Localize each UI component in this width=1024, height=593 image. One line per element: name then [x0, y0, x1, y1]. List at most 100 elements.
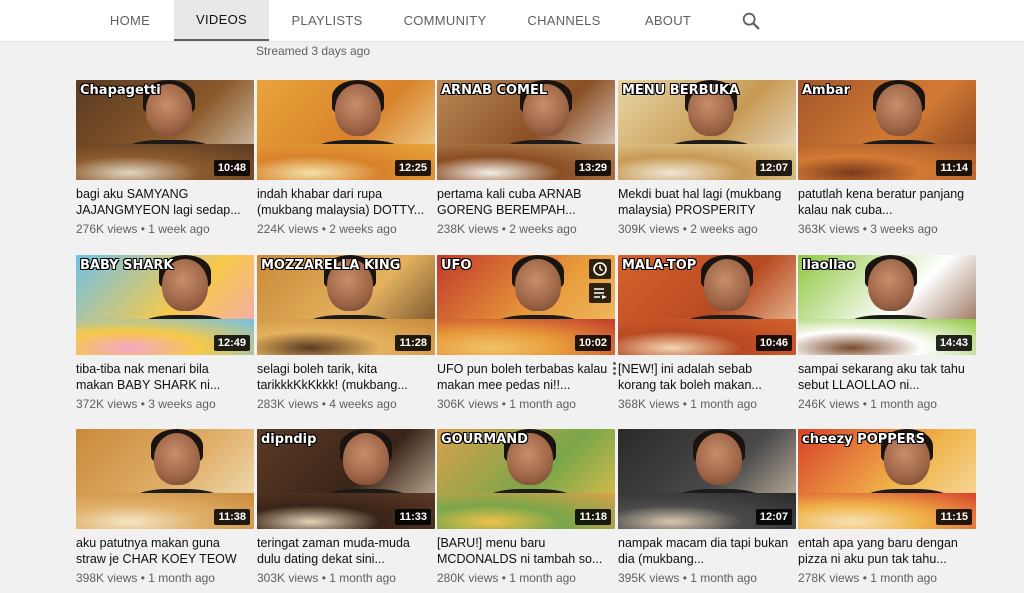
meta-separator: • — [679, 222, 691, 236]
video-duration: 11:15 — [936, 509, 972, 525]
video-thumbnail[interactable]: MALA-TOP 10:46 — [618, 255, 796, 355]
video-duration: 10:02 — [574, 335, 611, 351]
video-duration: 11:38 — [214, 509, 250, 525]
video-thumbnail[interactable]: 11:38 — [76, 429, 254, 529]
video-card[interactable]: dipndip 11:33 teringat zaman muda-muda dul… — [257, 429, 435, 585]
video-thumbnail[interactable]: 12:25 — [257, 80, 435, 180]
video-thumbnail[interactable]: BABY SHARK 12:49 — [76, 255, 254, 355]
video-card[interactable]: llaollao 14:43 sampai sekarang aku tak tah… — [798, 255, 976, 411]
thumbnail-logo-text: UFO — [441, 258, 472, 273]
video-card[interactable]: UFO 10:02 UFO pun boleh terbabas kalau mak… — [437, 255, 616, 411]
add-to-queue-icon[interactable] — [589, 283, 611, 303]
upload-age: 2 weeks ago — [509, 222, 577, 236]
watch-later-icon[interactable] — [589, 259, 611, 279]
tab-about[interactable]: ABOUT — [636, 0, 700, 41]
video-title[interactable]: Mekdi buat hal lagi (mukbang malaysia) P… — [618, 186, 796, 218]
search-icon[interactable] — [740, 10, 762, 32]
video-title[interactable]: patutlah kena beratur panjang kalau nak … — [798, 186, 976, 218]
video-card[interactable]: MOZZARELLA KING 11:28 selagi boleh tarik, … — [257, 255, 435, 411]
meta-separator: • — [318, 397, 330, 411]
person-face — [335, 84, 381, 136]
person-face — [154, 433, 200, 485]
view-count: 224K views — [257, 222, 319, 236]
video-title[interactable]: pertama kali cuba ARNAB GORENG BEREMPAH.… — [437, 186, 615, 218]
video-card[interactable]: MALA-TOP 10:46 [NEW!] ini adalah sebab kor… — [618, 255, 796, 411]
video-title[interactable]: aku patutnya makan guna straw je CHAR KO… — [76, 535, 254, 567]
video-title[interactable]: UFO pun boleh terbabas kalau makan mee p… — [437, 361, 615, 393]
video-title[interactable]: bagi aku SAMYANG JAJANGMYEON lagi sedap.… — [76, 186, 254, 218]
upload-age: 1 month ago — [870, 397, 937, 411]
thumbnail-logo-text: MOZZARELLA KING — [261, 258, 401, 273]
video-duration: 12:07 — [755, 160, 792, 176]
video-thumbnail[interactable]: UFO 10:02 — [437, 255, 615, 355]
view-count: 368K views — [618, 397, 680, 411]
video-thumbnail[interactable]: Ambar 11:14 — [798, 80, 976, 180]
tab-channels[interactable]: CHANNELS — [520, 0, 608, 41]
video-card[interactable]: Chapagetti 10:48 bagi aku SAMYANG JAJANGMY… — [76, 80, 254, 236]
video-thumbnail[interactable]: cheezy POPPERS 11:15 — [798, 429, 976, 529]
tab-videos[interactable]: VIDEOS — [174, 0, 269, 41]
video-duration: 14:43 — [935, 335, 972, 351]
channel-tab-bar: HOME VIDEOS PLAYLISTS COMMUNITY CHANNELS… — [0, 0, 1024, 42]
video-thumbnail[interactable]: 12:07 — [618, 429, 796, 529]
view-count: 398K views — [76, 571, 138, 585]
video-thumbnail[interactable]: GOURMAND 11:18 — [437, 429, 615, 529]
video-duration: 11:18 — [575, 509, 611, 525]
video-meta: 280K views • 1 month ago — [437, 571, 615, 585]
meta-separator: • — [318, 222, 330, 236]
video-meta: 278K views • 1 month ago — [798, 571, 976, 585]
video-card[interactable]: MENU BERBUKA 12:07 Mekdi buat hal lagi (mu… — [618, 80, 796, 236]
video-card[interactable]: 12:07 nampak macam dia tapi bukan dia (mu… — [618, 429, 796, 585]
video-card[interactable]: Ambar 11:14 patutlah kena beratur panjang … — [798, 80, 976, 236]
view-count: 306K views — [437, 397, 499, 411]
person-face — [515, 259, 561, 311]
video-thumbnail[interactable]: llaollao 14:43 — [798, 255, 976, 355]
thumbnail-logo-text: dipndip — [261, 432, 317, 447]
video-thumbnail[interactable]: Chapagetti 10:48 — [76, 80, 254, 180]
video-title[interactable]: selagi boleh tarik, kita tarikkkKkKkkk! … — [257, 361, 435, 393]
video-thumbnail[interactable]: MOZZARELLA KING 11:28 — [257, 255, 435, 355]
meta-separator: • — [679, 397, 691, 411]
upload-age: 1 month ago — [148, 571, 215, 585]
video-meta: 283K views • 4 weeks ago — [257, 397, 435, 411]
video-card[interactable]: 11:38 aku patutnya makan guna straw je CH… — [76, 429, 254, 585]
meta-separator: • — [859, 571, 871, 585]
upload-age: 1 month ago — [870, 571, 937, 585]
video-title[interactable]: nampak macam dia tapi bukan dia (mukbang… — [618, 535, 796, 567]
video-duration: 11:14 — [936, 160, 972, 176]
video-title[interactable]: [NEW!] ini adalah sebab korang tak boleh… — [618, 361, 796, 393]
video-card[interactable]: 12:25 indah khabar dari rupa (mukbang mal… — [257, 80, 435, 236]
upload-age: 3 weeks ago — [148, 397, 216, 411]
video-meta: 238K views • 2 weeks ago — [437, 222, 615, 236]
video-card[interactable]: cheezy POPPERS 11:15 entah apa yang baru d… — [798, 429, 976, 585]
tab-home[interactable]: HOME — [100, 0, 160, 41]
video-duration: 11:28 — [395, 335, 431, 351]
meta-separator: • — [498, 222, 510, 236]
view-count: 246K views — [798, 397, 860, 411]
video-card[interactable]: GOURMAND 11:18 [BARU!] menu baru MCDONALDS… — [437, 429, 615, 585]
video-meta: 363K views • 3 weeks ago — [798, 222, 976, 236]
video-title[interactable]: [BARU!] menu baru MCDONALDS ni tambah so… — [437, 535, 615, 567]
thumbnail-logo-text: MENU BERBUKA — [622, 83, 740, 98]
tab-playlists[interactable]: PLAYLISTS — [282, 0, 372, 41]
meta-separator: • — [137, 397, 149, 411]
video-card[interactable]: BABY SHARK 12:49 tiba-tiba nak menari bila… — [76, 255, 254, 411]
video-card[interactable]: ARNAB COMEL 13:29 pertama kali cuba ARNAB … — [437, 80, 615, 236]
thumbnail-logo-text: cheezy POPPERS — [802, 432, 926, 447]
tab-community[interactable]: COMMUNITY — [396, 0, 494, 41]
upload-age: 1 month ago — [509, 397, 576, 411]
upload-age: 1 month ago — [509, 571, 576, 585]
video-title[interactable]: tiba-tiba nak menari bila makan BABY SHA… — [76, 361, 254, 393]
video-thumbnail[interactable]: MENU BERBUKA 12:07 — [618, 80, 796, 180]
video-meta: 372K views • 3 weeks ago — [76, 397, 254, 411]
video-title[interactable]: sampai sekarang aku tak tahu sebut LLAOL… — [798, 361, 976, 393]
video-title[interactable]: teringat zaman muda-muda dulu dating dek… — [257, 535, 435, 567]
video-title[interactable]: indah khabar dari rupa (mukbang malaysia… — [257, 186, 435, 218]
video-duration: 11:33 — [395, 509, 431, 525]
video-title[interactable]: entah apa yang baru dengan pizza ni aku … — [798, 535, 976, 567]
view-count: 303K views — [257, 571, 319, 585]
video-meta: 398K views • 1 month ago — [76, 571, 254, 585]
video-thumbnail[interactable]: dipndip 11:33 — [257, 429, 435, 529]
video-thumbnail[interactable]: ARNAB COMEL 13:29 — [437, 80, 615, 180]
person-face — [868, 259, 914, 311]
